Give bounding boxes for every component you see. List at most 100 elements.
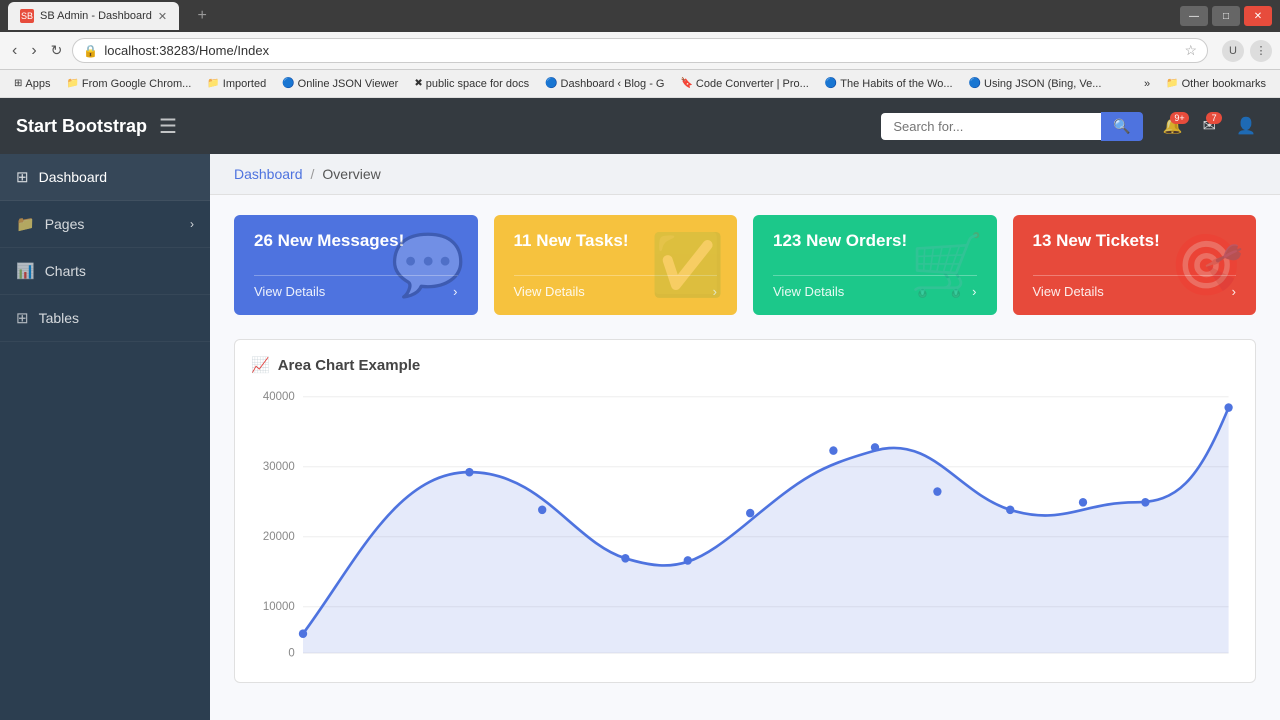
dashboard-icon: ⊞ xyxy=(16,168,29,186)
folder-icon-2: 📁 xyxy=(207,78,219,89)
data-point-0 xyxy=(299,629,307,638)
bookmark-imported-label: Imported xyxy=(223,78,266,90)
sidebar-item-charts[interactable]: 📊 Charts xyxy=(0,248,210,295)
close-tab-icon[interactable]: ✕ xyxy=(158,10,167,23)
new-tab-button[interactable]: + xyxy=(187,2,217,30)
bookmark-json2-label: Using JSON (Bing, Ve... xyxy=(984,78,1101,90)
bookmarks-more-button[interactable]: » xyxy=(1138,76,1156,92)
bookmark-apps-label: Apps xyxy=(25,78,50,90)
orders-bg-icon: 🛒 xyxy=(910,230,985,301)
favicon: SB xyxy=(20,9,34,23)
svg-text:0: 0 xyxy=(288,646,295,659)
data-point-4 xyxy=(684,556,692,565)
area-chart-svg: 40000 30000 20000 10000 0 xyxy=(251,386,1239,666)
hamburger-button[interactable]: ☰ xyxy=(159,114,177,139)
bookmark-public-space[interactable]: ✖ public space for docs xyxy=(408,76,535,92)
data-point-5 xyxy=(746,509,754,518)
app-wrapper: Start Bootstrap ☰ 🔍 🔔 9+ ✉ 7 👤 xyxy=(0,98,1280,720)
data-point-3 xyxy=(621,554,629,563)
search-button[interactable]: 🔍 xyxy=(1101,112,1142,141)
apps-icon: ⊞ xyxy=(14,78,22,89)
code-icon: 🔖 xyxy=(680,78,692,89)
bookmark-code-label: Code Converter | Pro... xyxy=(696,78,809,90)
breadcrumb: Dashboard / Overview xyxy=(210,154,1280,195)
ublock-icon[interactable]: U xyxy=(1222,40,1244,62)
chevron-right-icon: › xyxy=(190,217,194,231)
maximize-button[interactable]: □ xyxy=(1212,6,1240,26)
address-bar-wrap[interactable]: 🔒 localhost:38283/Home/Index ☆ xyxy=(72,38,1208,63)
data-point-10 xyxy=(1079,498,1087,507)
stats-cards-row: 26 New Messages! 💬 View Details › 11 New… xyxy=(210,195,1280,327)
url-display: localhost:38283/Home/Index xyxy=(104,43,1178,58)
messages-button[interactable]: ✉ 7 xyxy=(1195,112,1224,140)
data-point-12 xyxy=(1224,403,1232,412)
bookmark-imported[interactable]: 📁 Imported xyxy=(201,76,272,92)
svg-text:40000: 40000 xyxy=(263,390,295,403)
bookmark-other-label: Other bookmarks xyxy=(1182,78,1266,90)
notifications-button[interactable]: 🔔 9+ xyxy=(1155,112,1191,140)
bookmarks-bar: ⊞ Apps 📁 From Google Chrom... 📁 Imported… xyxy=(0,70,1280,98)
navbar-search: 🔍 xyxy=(881,112,1142,141)
user-button[interactable]: 👤 xyxy=(1228,112,1264,140)
breadcrumb-current: Overview xyxy=(322,166,380,182)
bookmark-using-json[interactable]: 🔵 Using JSON (Bing, Ve... xyxy=(963,76,1108,92)
sidebar-dashboard-label: Dashboard xyxy=(39,169,108,185)
bookmark-star-icon[interactable]: ☆ xyxy=(1184,42,1197,59)
reload-button[interactable]: ↻ xyxy=(47,40,67,61)
chart-title: 📈 Area Chart Example xyxy=(251,356,1239,374)
blog-icon: 🔵 xyxy=(545,78,557,89)
stat-card-orders[interactable]: 123 New Orders! 🛒 View Details › xyxy=(753,215,997,315)
ext-icon-2[interactable]: ⋮ xyxy=(1250,40,1272,62)
chart-title-icon: 📈 xyxy=(251,356,270,374)
bookmark-other[interactable]: 📁 Other bookmarks xyxy=(1160,76,1272,92)
data-point-2 xyxy=(538,506,546,515)
orders-view-details: View Details xyxy=(773,284,844,299)
svg-text:10000: 10000 xyxy=(263,600,295,613)
search-input[interactable] xyxy=(881,113,1101,140)
sidebar-item-pages[interactable]: 📁 Pages › xyxy=(0,201,210,248)
bookmark-apps[interactable]: ⊞ Apps xyxy=(8,76,56,92)
habits-icon: 🔵 xyxy=(825,78,837,89)
data-point-1 xyxy=(465,468,473,477)
bookmark-public-label: public space for docs xyxy=(426,78,529,90)
x-icon: ✖ xyxy=(414,78,422,89)
sidebar-tables-label: Tables xyxy=(39,310,79,326)
data-point-9 xyxy=(1006,506,1014,515)
tickets-bg-icon: 🎯 xyxy=(1169,230,1244,301)
minimize-button[interactable]: — xyxy=(1180,6,1208,26)
brand-name: Start Bootstrap xyxy=(16,116,147,137)
other-icon: 📁 xyxy=(1166,78,1178,89)
content-area: Dashboard / Overview 26 New Messages! 💬 … xyxy=(210,154,1280,720)
sidebar: ⊞ Dashboard 📁 Pages › 📊 Charts ⊞ Tables xyxy=(0,154,210,720)
bookmark-dashboard-blog[interactable]: 🔵 Dashboard ‹ Blog - G xyxy=(539,76,670,92)
stat-card-tickets[interactable]: 13 New Tickets! 🎯 View Details › xyxy=(1013,215,1257,315)
stat-card-messages[interactable]: 26 New Messages! 💬 View Details › xyxy=(234,215,478,315)
notifications-badge: 9+ xyxy=(1170,112,1188,124)
forward-button[interactable]: › xyxy=(27,40,40,62)
bookmark-from-chrome-label: From Google Chrom... xyxy=(82,78,191,90)
tasks-view-details: View Details xyxy=(514,284,585,299)
stat-card-tasks[interactable]: 11 New Tasks! ✅ View Details › xyxy=(494,215,738,315)
chart-section: 📈 Area Chart Example 40000 xyxy=(234,339,1256,683)
back-button[interactable]: ‹ xyxy=(8,40,21,62)
sidebar-item-tables[interactable]: ⊞ Tables xyxy=(0,295,210,342)
bookmark-from-chrome[interactable]: 📁 From Google Chrom... xyxy=(60,76,197,92)
messages-bg-icon: 💬 xyxy=(391,230,466,301)
browser-tab[interactable]: SB SB Admin - Dashboard ✕ xyxy=(8,2,179,30)
folder-icon: 📁 xyxy=(66,78,78,89)
extension-icons: U ⋮ xyxy=(1222,40,1272,62)
tables-icon: ⊞ xyxy=(16,309,29,327)
bookmark-json-viewer[interactable]: 🔵 Online JSON Viewer xyxy=(276,76,404,92)
breadcrumb-separator: / xyxy=(311,166,315,182)
sidebar-item-dashboard[interactable]: ⊞ Dashboard xyxy=(0,154,210,201)
address-bar: ‹ › ↻ 🔒 localhost:38283/Home/Index ☆ U ⋮ xyxy=(0,32,1280,70)
pages-icon: 📁 xyxy=(16,215,35,233)
bookmark-code-converter[interactable]: 🔖 Code Converter | Pro... xyxy=(674,76,814,92)
close-window-button[interactable]: ✕ xyxy=(1244,6,1272,26)
sidebar-pages-label: Pages xyxy=(45,216,85,232)
bookmark-habits-label: The Habits of the Wo... xyxy=(840,78,952,90)
tickets-view-details: View Details xyxy=(1033,284,1104,299)
breadcrumb-dashboard-link[interactable]: Dashboard xyxy=(234,166,303,182)
bookmark-habits[interactable]: 🔵 The Habits of the Wo... xyxy=(819,76,959,92)
charts-icon: 📊 xyxy=(16,262,35,280)
